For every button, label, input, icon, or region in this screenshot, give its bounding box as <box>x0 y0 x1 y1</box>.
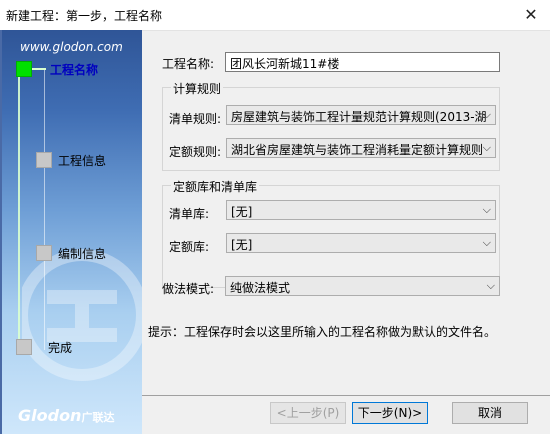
step-label: 编制信息 <box>58 247 107 261</box>
next-button[interactable]: 下一步(N)> <box>352 402 428 424</box>
project-name-label: 工程名称: <box>162 57 215 71</box>
step-marker <box>32 68 46 70</box>
chevron-down-icon: ⌵ <box>482 236 491 249</box>
calc-rules-title: 计算规则 <box>171 80 224 97</box>
quota-lib-select[interactable]: [无] ⌵ <box>226 233 496 253</box>
prev-button[interactable]: <上一步(P) <box>270 402 346 424</box>
title-bar: 新建工程：第一步，工程名称 ✕ <box>0 0 550 31</box>
method-value: 纯做法模式 <box>230 281 291 295</box>
wizard-content: 工程名称: 团风长河新城11#楼 计算规则 清单规则: 房屋建筑与装饰工程计量规… <box>142 30 550 434</box>
step-indicator <box>16 61 32 77</box>
chevron-down-icon: ⌵ <box>482 203 491 216</box>
window-title: 新建工程：第一步，工程名称 <box>6 9 163 23</box>
step-indicator <box>36 245 52 261</box>
quota-rule-select[interactable]: 湖北省房屋建筑与装饰工程消耗量定额计算规则 ⌵ <box>226 138 496 158</box>
bill-lib-label: 清单库: <box>169 207 210 221</box>
method-label: 做法模式: <box>162 282 215 296</box>
logo-watermark-icon <box>22 249 142 381</box>
quota-rule-label: 定额规则: <box>169 145 222 159</box>
step-connector-secondary <box>44 70 45 350</box>
quota-lib-value: [无] <box>231 238 253 252</box>
bill-lib-select[interactable]: [无] ⌵ <box>226 200 496 220</box>
chevron-down-icon: ⌵ <box>486 279 495 292</box>
wizard-sidebar: www.glodon.com 工程名称 工程信息 编制信息 完成 Glodon广… <box>2 30 142 434</box>
close-icon[interactable]: ✕ <box>518 3 544 27</box>
step-indicator <box>36 152 52 168</box>
method-select[interactable]: 纯做法模式 ⌵ <box>225 276 500 296</box>
hint-text: 提示：工程保存时会以这里所输入的工程名称做为默认的文件名。 <box>148 325 497 339</box>
cancel-button[interactable]: 取消 <box>452 402 528 424</box>
chevron-down-icon: ⌵ <box>482 141 491 154</box>
project-name-input[interactable]: 团风长河新城11#楼 <box>225 52 500 72</box>
step-label: 工程信息 <box>58 154 107 168</box>
footer-divider <box>142 395 550 396</box>
chevron-down-icon: ⌵ <box>482 108 491 121</box>
quota-lib-label: 定额库: <box>169 240 210 254</box>
bill-rule-select[interactable]: 房屋建筑与装饰工程计量规范计算规则(2013-湖 ⌵ <box>226 105 496 125</box>
website-url: www.glodon.com <box>20 40 123 54</box>
bill-rule-value: 房屋建筑与装饰工程计量规范计算规则(2013-湖 <box>231 110 487 124</box>
step-connector <box>18 70 20 350</box>
glodon-logo: Glodon广联达 <box>18 406 115 425</box>
bill-rule-label: 清单规则: <box>169 112 222 126</box>
step-label: 工程名称 <box>50 63 99 77</box>
step-label: 完成 <box>48 341 73 355</box>
libraries-title: 定额库和清单库 <box>171 178 260 195</box>
quota-rule-value: 湖北省房屋建筑与装饰工程消耗量定额计算规则 <box>231 143 484 157</box>
step-indicator <box>16 339 32 355</box>
bill-lib-value: [无] <box>231 205 253 219</box>
